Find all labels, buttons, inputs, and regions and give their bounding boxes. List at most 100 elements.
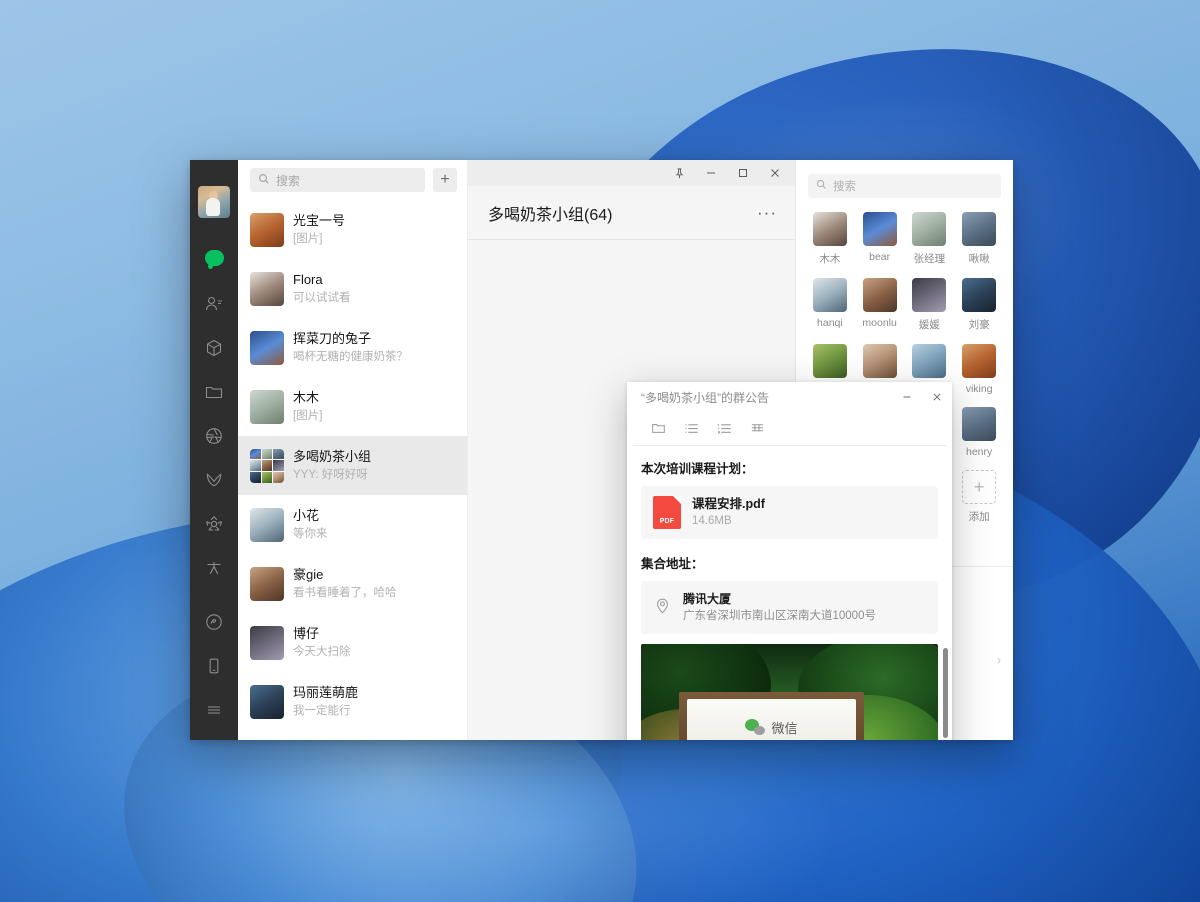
member-avatar	[912, 278, 947, 312]
member-name: 木木	[819, 253, 841, 265]
location-name: 腾讯大厦	[683, 592, 732, 606]
chat-list-item[interactable]: 安迪昨天	[238, 731, 467, 740]
rail-item-phone[interactable]	[200, 652, 228, 680]
rail-item-menu[interactable]	[200, 696, 228, 724]
member-avatar	[962, 212, 997, 246]
bulleted-list-icon[interactable]	[684, 421, 699, 436]
rail-item-channels[interactable]	[200, 466, 228, 494]
member-search-placeholder: 搜索	[833, 181, 856, 193]
channels-icon	[204, 470, 224, 490]
chat-list-item[interactable]: 博仔 今天大扫除	[238, 613, 467, 672]
chevron-right-icon: ›	[997, 653, 1001, 667]
chat-text-block: 小花 等你来	[293, 507, 448, 542]
add-chat-button[interactable]: +	[433, 168, 457, 193]
chat-list-item[interactable]: 挥菜刀的兔子 喝杯无糖的健康奶茶？	[238, 318, 467, 377]
member-avatar	[962, 344, 997, 378]
chat-avatar	[250, 625, 284, 660]
rail-item-files[interactable]	[200, 378, 228, 406]
rail-item-moments[interactable]	[200, 422, 228, 450]
chat-preview: 今天大扫除	[293, 646, 351, 659]
location-attachment[interactable]: 腾讯大厦 广东省深圳市南山区深南大道10000号	[641, 581, 938, 634]
chat-search-placeholder: 搜索	[276, 173, 301, 188]
member-item[interactable]: 啾啾	[957, 212, 1001, 266]
numbered-list-icon[interactable]	[717, 421, 732, 436]
member-avatar	[862, 212, 897, 246]
chat-avatar	[250, 389, 284, 424]
pdf-badge-label: PDF	[659, 518, 675, 525]
member-item[interactable]: viking	[957, 344, 1001, 395]
pdf-file-attachment[interactable]: PDF 课程安排.pdf 14.6MB	[641, 486, 938, 539]
add-member-button[interactable]: + 添加	[957, 470, 1001, 524]
left-navigation-rail	[190, 160, 238, 740]
search-icon	[816, 179, 827, 193]
member-item[interactable]: 张经理	[908, 212, 952, 266]
member-item[interactable]: 刘豪	[957, 278, 1001, 332]
chat-list-item[interactable]: 多喝奶茶小组 YYY: 好呀好呀	[238, 436, 467, 496]
rail-item-chats[interactable]	[200, 244, 228, 272]
location-info: 腾讯大厦 广东省深圳市南山区深南大道10000号	[683, 591, 876, 624]
chat-name: 木木	[293, 390, 320, 406]
hamburger-menu-icon	[204, 700, 224, 720]
chat-text-block: 挥菜刀的兔子 喝杯无糖的健康奶茶？	[293, 330, 448, 365]
chat-text-block: 玛丽莲萌鹿 我一定能行	[293, 684, 448, 719]
location-address: 广东省深圳市南山区深南大道10000号	[683, 610, 876, 622]
conversation-header: 多喝奶茶小组(64) ···	[468, 186, 795, 240]
wechat-mini-icon	[204, 612, 224, 632]
chat-search-input[interactable]: 搜索	[250, 168, 425, 193]
table-icon[interactable]	[750, 421, 765, 436]
folder-icon[interactable]	[651, 421, 666, 436]
rail-item-mini-programs[interactable]	[200, 510, 228, 538]
chat-preview: 我一定能行	[293, 705, 351, 718]
rail-item-contacts[interactable]	[200, 290, 228, 318]
phone-icon	[204, 656, 224, 676]
chat-list-item[interactable]: Flora 可以试试看	[238, 259, 467, 318]
chat-name: 小花	[293, 508, 320, 524]
chat-text-block: 多喝奶茶小组 YYY: 好呀好呀	[293, 448, 448, 483]
section-label-course-plan: 本次培训课程计划：	[641, 462, 754, 476]
sticker-icon	[204, 558, 224, 578]
member-avatar	[962, 278, 997, 312]
chat-name: Flora	[293, 272, 323, 288]
member-item[interactable]: 木木	[808, 212, 852, 266]
minimize-window-button[interactable]	[695, 160, 727, 186]
member-search-input[interactable]: 搜索	[808, 174, 1001, 198]
chat-list-search-bar: 搜索 +	[238, 160, 467, 201]
rail-item-wechat-mini[interactable]	[200, 608, 228, 636]
chat-bubble-icon	[204, 250, 224, 266]
member-item[interactable]: hanqi	[808, 278, 852, 332]
member-name: henry	[965, 446, 993, 458]
chat-list-item[interactable]: 玛丽莲萌鹿 我一定能行	[238, 672, 467, 731]
announcement-photo[interactable]: 微信	[641, 644, 938, 740]
member-avatar	[812, 278, 847, 312]
member-item[interactable]: bear	[858, 212, 902, 266]
chat-list-item[interactable]: 小花 等你来	[238, 495, 467, 554]
chat-preview: [图片]	[293, 233, 323, 246]
member-item[interactable]: 媛媛	[908, 278, 952, 332]
plus-icon: +	[440, 171, 450, 189]
rail-item-favorites[interactable]	[200, 334, 228, 362]
conversation-more-button[interactable]: ···	[757, 204, 777, 221]
conversation-title: 多喝奶茶小组(64)	[488, 206, 613, 224]
dialog-minimize-button[interactable]	[892, 382, 922, 412]
member-item[interactable]: moonlu	[858, 278, 902, 332]
dialog-title: “多喝奶茶小组”的群公告	[641, 390, 769, 405]
user-avatar[interactable]	[198, 186, 230, 218]
wechat-logo-icon	[745, 719, 766, 735]
member-avatar	[862, 344, 897, 378]
chat-list-item[interactable]: 豪gie 看书看睡着了，哈哈	[238, 554, 467, 613]
dialog-scrollbar[interactable]	[943, 648, 948, 738]
chat-avatar	[250, 212, 284, 247]
chat-preview: YYY: 好呀好呀	[293, 469, 368, 482]
maximize-window-button[interactable]	[727, 160, 759, 186]
chat-list-item[interactable]: 木木 [图片]	[238, 377, 467, 436]
contacts-icon	[204, 294, 224, 314]
chat-preview: 喝杯无糖的健康奶茶？	[293, 351, 408, 364]
close-window-button[interactable]	[759, 160, 791, 186]
member-name: moonlu	[862, 317, 897, 329]
dialog-close-button[interactable]	[922, 382, 952, 412]
pin-window-button[interactable]	[663, 160, 695, 186]
chat-list-item[interactable]: 光宝一号 [图片]	[238, 200, 467, 259]
rail-item-stickers[interactable]	[200, 554, 228, 582]
member-item[interactable]: henry	[957, 407, 1001, 458]
desktop-background: 搜索 + 光宝一号 [图片] Flora 可以试试看挥菜刀的兔子 喝杯无糖的健康奶茶？ 木…	[0, 0, 1200, 902]
